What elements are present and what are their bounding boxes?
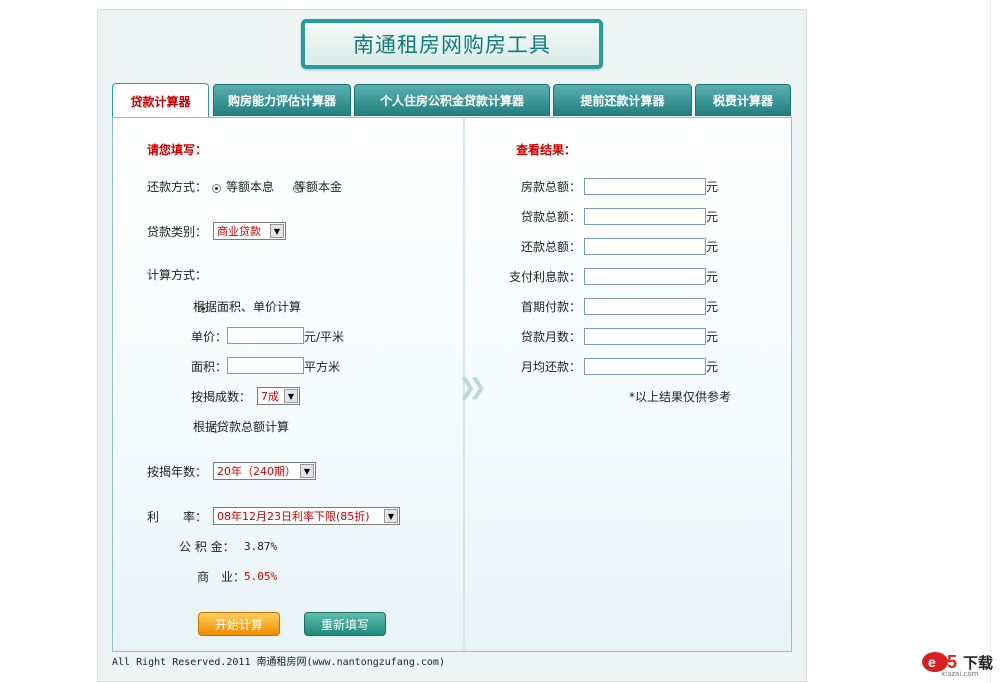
result-label: 支付利息款： [508,270,581,284]
rate-select[interactable]: 08年12月23日利率下限(85折) ▼ [213,507,400,525]
price-unit: 元/平米 [304,330,345,344]
reset-button[interactable]: 重新填写 [304,612,386,636]
svg-text:e: e [928,654,936,670]
area-label: 面积： [191,360,228,374]
form-heading: 请您填写： [147,143,208,157]
rate-value: 08年12月23日利率下限(85折) [217,510,370,523]
chevron-down-icon: ▼ [270,224,284,238]
method2-label: 根据贷款总额计算 [193,420,290,434]
result-unit: 元 [706,240,719,254]
result-label: 贷款月数： [520,330,581,344]
area-unit: 平方米 [304,360,341,374]
result-label: 还款总额： [520,240,581,254]
fund-rate-value: 3.87% [244,540,278,553]
chevron-down-icon: ▼ [384,509,398,523]
result-months-input[interactable] [584,328,706,345]
result-label: 首期付款： [520,300,581,314]
ratio-label: 按揭成数： [191,390,252,404]
results-heading: 查看结果： [516,143,577,157]
price-input[interactable] [227,327,304,344]
chevron-down-icon: ▼ [284,389,298,403]
watermark-site: xiazai.com [941,670,979,678]
biz-rate-label: 商 业： [197,570,246,584]
result-unit: 元 [706,270,719,284]
years-value: 20年（240期） [217,465,296,478]
area-input[interactable] [227,357,304,374]
tab-provident-fund[interactable]: 个人住房公积金贷款计算器 [354,84,550,116]
result-loan-total-input[interactable] [584,208,706,225]
repay-opt1-label: 等额本息 [226,180,275,194]
chevron-down-icon: ▼ [300,464,314,478]
loan-type-select[interactable]: 商业贷款 ▼ [213,222,286,240]
result-monthly-input[interactable] [584,358,706,375]
tab-prepayment[interactable]: 提前还款计算器 [553,84,692,116]
footer-copyright: All Right Reserved.2011 南通租房网(www.nanton… [112,657,445,668]
result-down-payment-input[interactable] [584,298,706,315]
repay-opt2-label: 等额本金 [294,180,343,194]
method1-label: 根据面积、单价计算 [193,300,302,314]
fund-rate-label: 公 积 金： [179,540,235,554]
loan-type-label: 贷款类别： [147,225,208,239]
result-interest-input[interactable] [584,268,706,285]
page-title: 南通租房网购房工具 [301,19,603,69]
biz-rate-value: 5.05% [244,570,278,583]
ratio-value: 7成 [261,390,279,403]
double-arrow-icon: ❯❯ [458,375,487,400]
years-label: 按揭年数： [147,465,208,479]
results-note: *以上结果仅供参考 [629,390,732,404]
calc-method-label: 计算方式： [147,268,208,282]
result-label: 贷款总额： [520,210,581,224]
result-unit: 元 [706,360,719,374]
result-house-total-input[interactable] [584,178,706,195]
ratio-select[interactable]: 7成 ▼ [257,387,300,405]
result-repay-total-input[interactable] [584,238,706,255]
result-unit: 元 [706,180,719,194]
radio-equal-installment[interactable] [212,184,221,193]
result-unit: 元 [706,210,719,224]
years-select[interactable]: 20年（240期） ▼ [213,462,316,480]
price-label: 单价： [191,330,228,344]
result-label: 房款总额： [520,180,581,194]
tab-loan-calculator[interactable]: 贷款计算器 [112,83,209,118]
rate-label: 利 率： [147,510,208,524]
watermark-logo: e 5 下载 xiazai.com [921,650,997,678]
scrollbar[interactable] [990,0,1008,683]
loan-type-value: 商业贷款 [217,225,261,238]
repay-method-label: 还款方式： [147,180,208,194]
svg-text:5: 5 [947,652,957,672]
tab-tax[interactable]: 税费计算器 [695,84,791,116]
result-unit: 元 [706,300,719,314]
result-label: 月均还款： [520,360,581,374]
calculate-button[interactable]: 开始计算 [198,612,280,636]
result-unit: 元 [706,330,719,344]
tab-affordability[interactable]: 购房能力评估计算器 [213,84,351,116]
